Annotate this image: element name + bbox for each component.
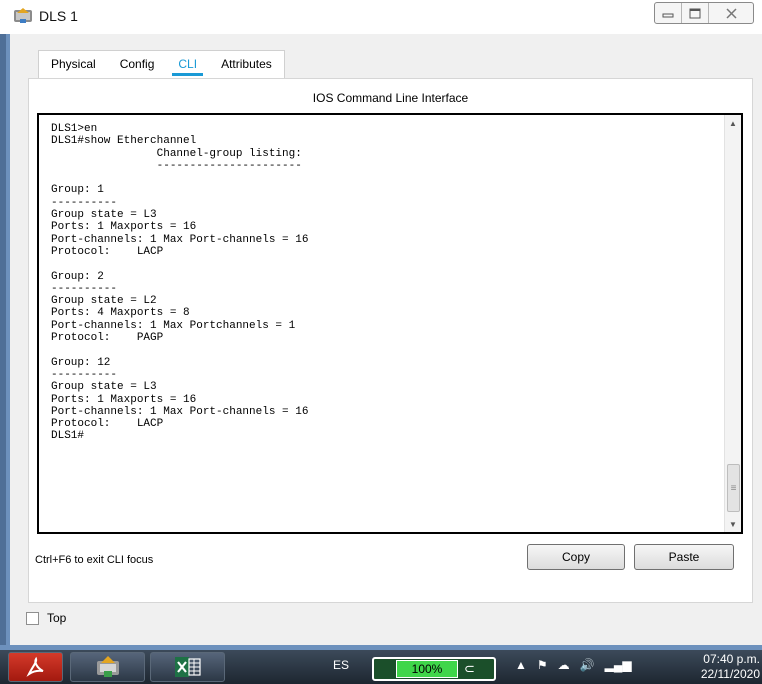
system-tray: ▲ ⚑ ☁ 🔊 ▂▄▆: [515, 658, 632, 672]
title-bar[interactable]: DLS 1: [0, 0, 762, 34]
device-panel: Physical Config CLI Attributes IOS Comma…: [10, 34, 762, 645]
terminal-line: ----------------------: [51, 159, 302, 172]
tab-bar: Physical Config CLI Attributes: [38, 50, 285, 78]
terminal-line: Ports: 1 Maxports = 16: [51, 393, 197, 406]
app-window: DLS 1 Physical Config CLI Attributes IOS…: [0, 0, 762, 650]
clock-time: 07:40 p.m.: [703, 652, 760, 666]
language-indicator[interactable]: ES: [333, 658, 349, 672]
scroll-down-arrow-icon[interactable]: ▼: [725, 516, 741, 532]
taskbar: ES 100% ⊂ ▲ ⚑ ☁ 🔊 ▂▄▆ 07:40 p.m. 22/11/2…: [0, 650, 762, 684]
terminal-line: DLS1#show Etherchannel: [51, 135, 197, 148]
battery-plug-icon: ⊂: [464, 661, 475, 676]
packet-tracer-icon: [96, 656, 119, 677]
terminal-line: Group state = L3: [51, 209, 157, 222]
copy-button[interactable]: Copy: [527, 544, 625, 570]
maximize-icon: [689, 8, 701, 18]
terminal-scrollbar[interactable]: ▲ ≡ ▼: [724, 115, 741, 532]
minimize-icon: [662, 13, 674, 18]
top-checkbox[interactable]: [26, 611, 39, 625]
terminal-line: Channel-group listing:: [51, 147, 302, 160]
network-error-icon[interactable]: ☁: [558, 658, 570, 672]
minimize-button[interactable]: [655, 3, 682, 23]
window-frame-left: [0, 34, 10, 650]
terminal-line: Port-channels: 1 Max Portchannels = 1: [51, 319, 296, 332]
terminal-line: Ports: 1 Maxports = 16: [51, 221, 197, 234]
cli-focus-hint: Ctrl+F6 to exit CLI focus: [35, 554, 154, 566]
cli-panel: IOS Command Line Interface DLS1>en DLS1#s…: [28, 78, 753, 603]
terminal-line: DLS1#: [51, 430, 85, 443]
scroll-thumb[interactable]: ≡: [727, 464, 740, 512]
tab-attributes[interactable]: Attributes: [209, 51, 284, 79]
clock[interactable]: 07:40 p.m. 22/11/2020: [701, 652, 760, 682]
close-button[interactable]: [709, 3, 753, 23]
battery-indicator[interactable]: 100% ⊂: [372, 657, 496, 681]
terminal-line: Protocol: PAGP: [51, 332, 164, 345]
close-icon: [725, 7, 737, 19]
terminal-line: DLS1>en: [51, 123, 98, 135]
terminal-line: ----------: [51, 368, 118, 381]
terminal-line: ----------: [51, 196, 118, 209]
tab-cli[interactable]: CLI: [166, 51, 209, 79]
battery-level: 100%: [396, 660, 458, 678]
terminal-line: Port-channels: 1 Max Port-channels = 16: [51, 233, 309, 246]
terminal-line: Ports: 4 Maxports = 8: [51, 307, 190, 320]
paste-button[interactable]: Paste: [634, 544, 734, 570]
cli-header: IOS Command Line Interface: [312, 91, 469, 105]
terminal-line: ----------: [51, 282, 118, 295]
cli-terminal[interactable]: DLS1>en DLS1#show Etherchannel Channel-gr…: [37, 113, 743, 534]
terminal-line: Group: 2: [51, 270, 104, 283]
tab-config[interactable]: Config: [108, 51, 167, 79]
top-label: Top: [47, 611, 67, 625]
tab-physical[interactable]: Physical: [39, 51, 108, 79]
terminal-output[interactable]: DLS1>en DLS1#show Etherchannel Channel-gr…: [51, 123, 308, 443]
action-center-flag-icon[interactable]: ⚑: [537, 658, 548, 672]
terminal-line: Protocol: LACP: [51, 418, 164, 431]
packet-tracer-icon: [14, 8, 32, 23]
terminal-line: Group state = L2: [51, 295, 157, 308]
terminal-line: Group: 12: [51, 356, 111, 369]
terminal-line: Group: 1: [51, 184, 104, 197]
maximize-button[interactable]: [682, 3, 709, 23]
taskbar-packet-tracer-button[interactable]: [70, 652, 145, 682]
window-controls: [654, 2, 754, 24]
volume-icon[interactable]: 🔊: [580, 658, 595, 672]
taskbar-excel-button[interactable]: [150, 652, 225, 682]
terminal-line: Port-channels: 1 Max Port-channels = 16: [51, 405, 309, 418]
show-hidden-icons-icon[interactable]: ▲: [515, 658, 527, 672]
taskbar-acrobat-button[interactable]: [8, 652, 63, 682]
acrobat-icon: [25, 656, 43, 677]
clock-date: 22/11/2020: [700, 667, 760, 681]
terminal-line: Group state = L3: [51, 381, 157, 394]
terminal-line: Protocol: LACP: [51, 245, 164, 258]
excel-icon: [174, 657, 201, 677]
window-title: DLS 1: [39, 8, 78, 24]
signal-icon[interactable]: ▂▄▆: [605, 658, 632, 672]
top-option[interactable]: Top: [26, 611, 66, 625]
scroll-up-arrow-icon[interactable]: ▲: [725, 115, 741, 131]
